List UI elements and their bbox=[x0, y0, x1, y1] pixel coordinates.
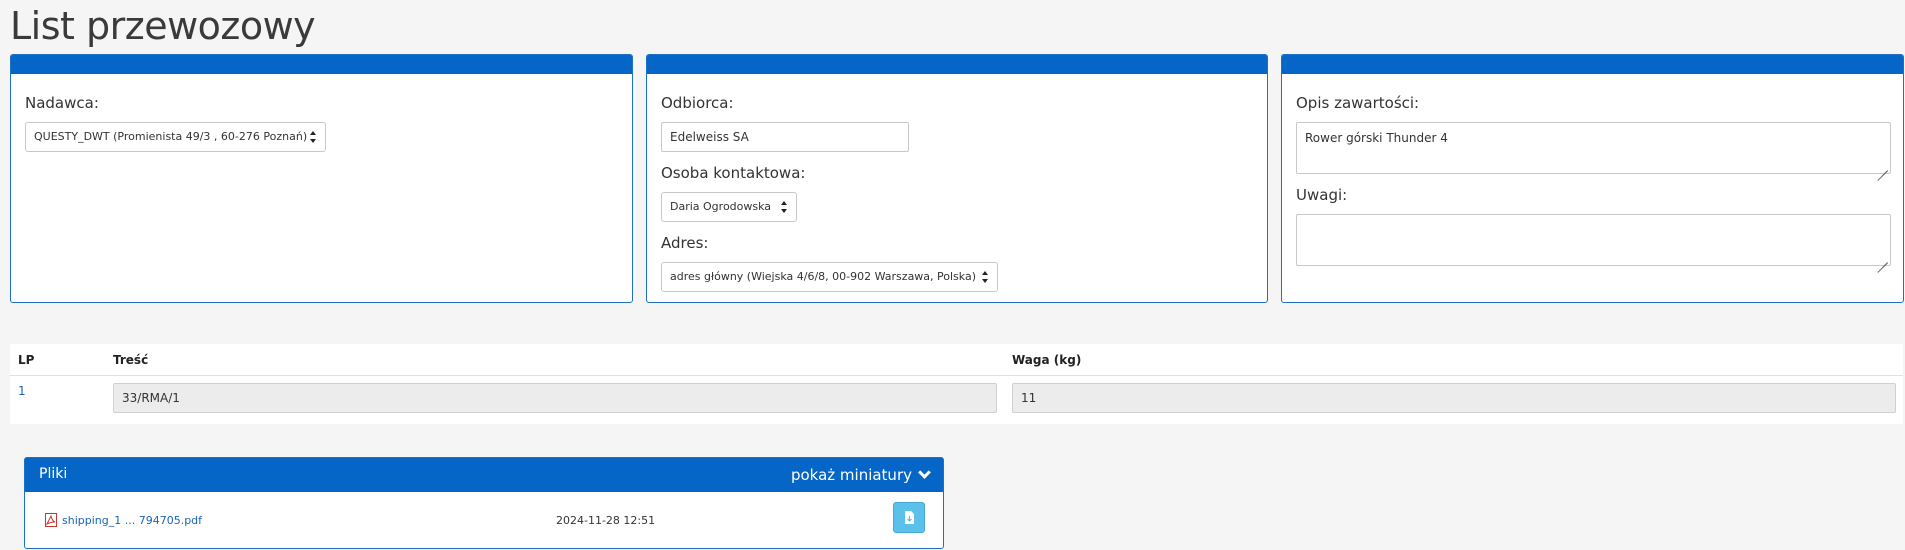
download-button[interactable] bbox=[893, 502, 925, 533]
header-lp: LP bbox=[18, 353, 35, 367]
panel-header bbox=[647, 55, 1267, 74]
header-weight: Waga (kg) bbox=[1012, 353, 1082, 367]
description-textarea[interactable]: Rower górski Thunder 4 bbox=[1296, 122, 1891, 181]
contents-panel: Opis zawartości: Rower górski Thunder 4 … bbox=[1281, 54, 1904, 303]
show-thumbnails-label: pokaż miniatury bbox=[790, 466, 912, 484]
table-header: LP Treść Waga (kg) bbox=[10, 344, 1903, 376]
sender-label: Nadawca: bbox=[25, 94, 99, 112]
chevron-down-icon bbox=[918, 466, 931, 479]
file-link[interactable]: shipping_1 ... 794705.pdf bbox=[62, 514, 202, 527]
contact-select[interactable]: Daria Ogrodowska bbox=[661, 192, 797, 222]
files-header: Pliki pokaż miniatury bbox=[25, 458, 943, 492]
address-select[interactable]: adres główny (Wiejska 4/6/8, 00-902 Wars… bbox=[661, 262, 998, 292]
file-download-icon bbox=[905, 511, 914, 524]
pdf-icon bbox=[45, 513, 57, 527]
file-date: 2024-11-28 12:51 bbox=[556, 514, 656, 527]
recipient-input[interactable]: Edelweiss SA bbox=[661, 122, 909, 152]
page-title: List przewozowy bbox=[10, 4, 316, 48]
select-arrows-icon bbox=[982, 271, 989, 283]
sender-select[interactable]: QUESTY_DWT (Promienista 49/3 , 60-276 Po… bbox=[25, 122, 326, 152]
panel-header bbox=[11, 55, 632, 74]
address-label: Adres: bbox=[661, 234, 709, 252]
notes-textarea[interactable] bbox=[1296, 214, 1891, 273]
items-table: LP Treść Waga (kg) 1 33/RMA/1 11 bbox=[10, 344, 1903, 424]
notes-label: Uwagi: bbox=[1296, 186, 1348, 204]
recipient-panel: Odbiorca: Edelweiss SA Osoba kontaktowa:… bbox=[646, 54, 1268, 303]
select-arrows-icon bbox=[310, 131, 317, 143]
description-value: Rower górski Thunder 4 bbox=[1305, 131, 1448, 145]
description-label: Opis zawartości: bbox=[1296, 94, 1420, 112]
resize-grip-icon[interactable] bbox=[1876, 251, 1888, 273]
select-arrows-icon bbox=[781, 201, 788, 213]
resize-grip-icon[interactable] bbox=[1876, 159, 1888, 181]
files-panel: Pliki pokaż miniatury shipping_1 ... 794… bbox=[24, 457, 944, 549]
files-title: Pliki bbox=[39, 466, 68, 482]
show-thumbnails-toggle[interactable]: pokaż miniatury bbox=[790, 466, 931, 484]
cell-lp: 1 bbox=[18, 384, 26, 398]
cell-weight: 11 bbox=[1012, 383, 1896, 413]
sender-value: QUESTY_DWT (Promienista 49/3 , 60-276 Po… bbox=[34, 130, 308, 143]
cell-content: 33/RMA/1 bbox=[113, 383, 997, 413]
table-row: 1 33/RMA/1 11 bbox=[10, 376, 1903, 424]
panel-header bbox=[1282, 55, 1903, 74]
address-value: adres główny (Wiejska 4/6/8, 00-902 Wars… bbox=[670, 270, 977, 283]
file-row: shipping_1 ... 794705.pdf 2024-11-28 12:… bbox=[25, 492, 943, 549]
sender-panel: Nadawca: QUESTY_DWT (Promienista 49/3 , … bbox=[10, 54, 633, 303]
header-content: Treść bbox=[113, 353, 149, 367]
contact-label: Osoba kontaktowa: bbox=[661, 164, 806, 182]
contact-value: Daria Ogrodowska bbox=[670, 200, 772, 213]
recipient-label: Odbiorca: bbox=[661, 94, 734, 112]
